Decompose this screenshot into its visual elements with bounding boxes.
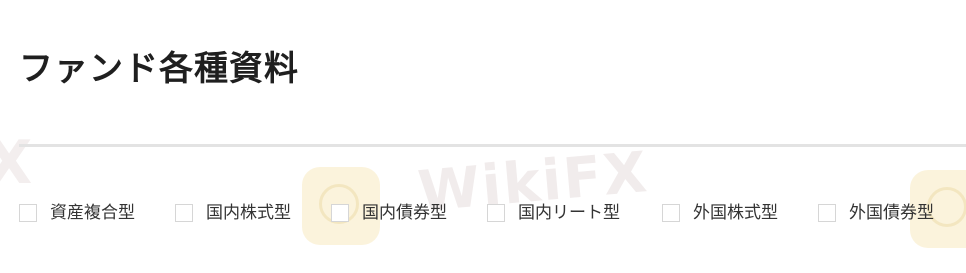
- filter-label: 資産複合型: [50, 203, 135, 223]
- filter-domestic-bond[interactable]: 国内債券型: [331, 201, 447, 225]
- filter-domestic-reit[interactable]: 国内リート型: [487, 201, 620, 225]
- watermark-fragment: X: [0, 128, 33, 198]
- filter-label: 国内債券型: [362, 203, 447, 223]
- page-title: ファンド各種資料: [19, 48, 299, 89]
- checkbox[interactable]: [19, 204, 37, 222]
- fund-documents-page: X WikiFX ファンド各種資料 資産複合型 国内株式型 国内債券型 国内リー…: [0, 0, 966, 273]
- filter-foreign-equity[interactable]: 外国株式型: [662, 201, 778, 225]
- fund-type-filter-group: 資産複合型 国内株式型 国内債券型 国内リート型 外国株式型 外国債券型: [19, 201, 966, 225]
- checkbox[interactable]: [331, 204, 349, 222]
- checkbox[interactable]: [175, 204, 193, 222]
- filter-label: 外国債券型: [849, 203, 934, 223]
- filter-domestic-equity[interactable]: 国内株式型: [175, 201, 291, 225]
- checkbox[interactable]: [818, 204, 836, 222]
- filter-asset-composite[interactable]: 資産複合型: [19, 201, 135, 225]
- checkbox[interactable]: [487, 204, 505, 222]
- filter-label: 国内株式型: [206, 203, 291, 223]
- divider: [19, 144, 966, 147]
- checkbox[interactable]: [662, 204, 680, 222]
- filter-label: 国内リート型: [518, 203, 620, 223]
- filter-foreign-bond[interactable]: 外国債券型: [818, 201, 934, 225]
- filter-label: 外国株式型: [693, 203, 778, 223]
